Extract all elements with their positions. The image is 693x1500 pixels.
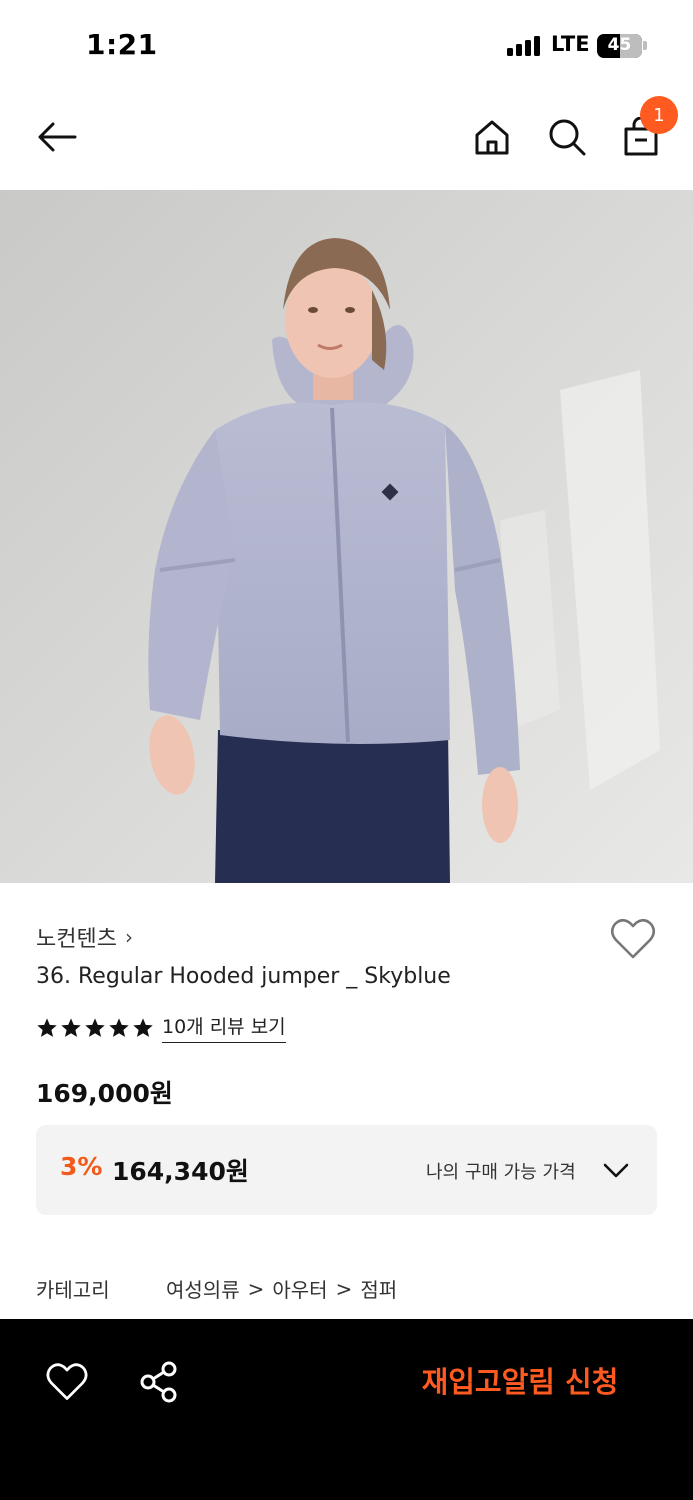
heart-icon	[46, 1363, 88, 1400]
discount-rate: 3%	[60, 1152, 103, 1181]
star-icon	[85, 1017, 105, 1037]
breadcrumb-item[interactable]: 여성의류	[166, 1274, 240, 1303]
breadcrumb: 여성의류 > 아우터 > 점퍼	[166, 1274, 397, 1303]
back-button[interactable]	[32, 112, 82, 162]
cart-count-badge: 1	[640, 96, 678, 134]
chevron-right-icon: >	[335, 1276, 353, 1301]
breadcrumb-item[interactable]: 점퍼	[360, 1274, 397, 1303]
my-price-box[interactable]: 3% 164,340원 나의 구매 가능 가격	[36, 1125, 657, 1215]
network-type: LTE	[551, 32, 590, 56]
bottom-action-bar: 재입고알림 신청	[0, 1319, 693, 1500]
share-icon	[140, 1361, 177, 1403]
battery-tip	[643, 41, 647, 50]
home-button[interactable]	[467, 112, 517, 162]
chevron-down-icon	[603, 1163, 629, 1178]
star-rating	[36, 1017, 154, 1039]
search-icon	[549, 119, 586, 156]
battery-icon: 45	[597, 34, 642, 58]
category-row: 카테고리 여성의류 > 아우터 > 점퍼	[36, 1274, 656, 1304]
discount-price: 164,340원	[112, 1157, 249, 1186]
category-label: 카테고리	[36, 1278, 110, 1302]
chevron-right-icon: >	[247, 1276, 265, 1301]
chevron-right-icon: ›	[124, 925, 133, 949]
star-icon	[37, 1017, 57, 1037]
rating-row: 10개 리뷰 보기	[36, 1012, 286, 1043]
star-icon	[133, 1017, 153, 1037]
product-title: 36. Regular Hooded jumper _ Skyblue	[36, 964, 451, 989]
restock-alert-button[interactable]: 재입고알림 신청	[400, 1359, 640, 1405]
heart-icon	[610, 918, 656, 959]
status-bar: 1:21 LTE 45	[0, 0, 693, 90]
status-time: 1:21	[86, 28, 158, 61]
product-photo	[0, 190, 693, 883]
battery-level: 45	[607, 35, 632, 55]
arrow-left-icon	[38, 122, 77, 152]
wishlist-button[interactable]	[608, 914, 658, 964]
signal-icon	[507, 34, 543, 56]
product-image[interactable]	[0, 190, 693, 883]
brand-link[interactable]: 노컨텐츠 ›	[36, 921, 133, 953]
home-icon	[475, 120, 509, 155]
original-price: 169,000원	[36, 1079, 173, 1108]
bottom-wishlist-button[interactable]	[44, 1359, 90, 1405]
top-nav	[0, 95, 693, 185]
my-price-label: 나의 구매 가능 가격	[426, 1162, 576, 1183]
share-button[interactable]	[136, 1359, 182, 1405]
star-icon	[61, 1017, 81, 1037]
breadcrumb-item[interactable]: 아우터	[272, 1274, 327, 1303]
brand-name: 노컨텐츠	[36, 927, 117, 952]
star-icon	[109, 1017, 129, 1037]
reviews-link[interactable]: 10개 리뷰 보기	[162, 1012, 286, 1043]
search-button[interactable]	[542, 112, 592, 162]
